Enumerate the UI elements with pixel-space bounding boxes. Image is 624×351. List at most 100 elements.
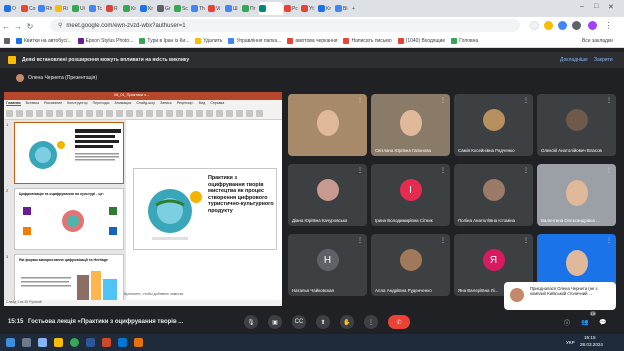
browser-tab[interactable]: R [106, 2, 122, 15]
thumb-slide-3[interactable]: Які форми використання цифровізації та H… [14, 254, 124, 300]
ppt-tool-icon[interactable] [186, 109, 193, 117]
participant-tile[interactable]: ⋮ Олексій Анатолійович Власов [537, 94, 616, 156]
browser-tab[interactable]: Kr [140, 2, 156, 15]
present-button[interactable]: ⬆ [316, 315, 330, 329]
bookmark-item[interactable]: амотова черкання [287, 38, 337, 44]
browser-tab[interactable] [259, 2, 283, 15]
ppt-tool-icon[interactable] [226, 109, 233, 117]
ppt-tool-icon[interactable] [96, 109, 103, 117]
browser-tab[interactable]: Rh [38, 2, 54, 15]
menu-kebab-icon[interactable]: ⋮ [604, 21, 613, 30]
tile-options-icon[interactable]: ⋮ [523, 167, 529, 174]
browser-tab[interactable]: Sc [174, 2, 190, 15]
participant-tile[interactable]: Н ⋮ Наталья Чайковская [288, 234, 367, 296]
more-options-button[interactable]: ⋮ [364, 315, 378, 329]
windows-start-icon[interactable] [6, 338, 15, 347]
browser-tab[interactable]: Пr [242, 2, 258, 15]
browser-tab[interactable]: Co [21, 2, 37, 15]
tile-options-icon[interactable]: ⋮ [440, 97, 446, 104]
chrome-icon[interactable] [70, 338, 79, 347]
tile-options-icon[interactable]: ⋮ [440, 237, 446, 244]
ppt-menu-tab[interactable]: Запись [160, 101, 172, 106]
browser-tab[interactable]: Vi [208, 2, 224, 15]
browser-tab[interactable]: Th [191, 2, 207, 15]
ppt-tool-icon[interactable] [106, 109, 113, 117]
ppt-tool-icon[interactable] [26, 109, 33, 117]
thumb-slide-2[interactable]: Цифровізація та оцифрування по культурі … [14, 188, 124, 250]
browser-tab[interactable]: Kr [123, 2, 139, 15]
camera-button[interactable]: ▣ [268, 315, 282, 329]
browser-tab[interactable]: Yt [301, 2, 317, 15]
mic-button[interactable]: 🎙 [244, 315, 258, 329]
bookmark-item[interactable]: Квитки на автобус/... [16, 38, 72, 44]
participant-tile[interactable]: І ⋮ Ірина Володимирівна Сітник [371, 164, 450, 226]
reload-icon[interactable]: ↻ [24, 22, 36, 31]
participant-tile[interactable]: ⋮ Алла Андріївна Руденченко [371, 234, 450, 296]
extensions-icon[interactable] [558, 21, 567, 30]
browser-tab[interactable]: Gr [157, 2, 173, 15]
tile-options-icon[interactable]: ⋮ [523, 237, 529, 244]
ppt-tool-icon[interactable] [6, 109, 13, 117]
main-slide[interactable]: Практики з оцифрування творів мистецтва … [133, 168, 277, 250]
ppt-menu-tab[interactable]: Рисование [44, 101, 62, 106]
browser-tab[interactable]: Ш [225, 2, 241, 15]
participant-tile[interactable]: ⋮ Діана Юріївна Качуровська [288, 164, 367, 226]
tile-options-icon[interactable]: ⋮ [357, 167, 363, 174]
camera-in-use-icon[interactable] [530, 21, 539, 30]
browser-tab[interactable]: Pc [284, 2, 300, 15]
people-button[interactable]: 👥 19 [578, 311, 596, 329]
bookmark-item[interactable]: Тури в Іран із Ки... [139, 38, 189, 44]
browser-tab[interactable]: O [4, 2, 20, 15]
apps-grid-icon[interactable] [4, 38, 10, 44]
ppt-tool-icon[interactable] [176, 109, 183, 117]
info-button[interactable]: ⓘ [560, 315, 574, 329]
tile-options-icon[interactable]: ⋮ [440, 167, 446, 174]
ppt-tool-icon[interactable] [136, 109, 143, 117]
browser-tab[interactable]: Tc [89, 2, 105, 15]
ppt-menu-tab[interactable]: Вид [199, 101, 206, 106]
close-window-icon[interactable]: ✕ [608, 3, 614, 11]
new-tab-icon[interactable]: + [352, 2, 368, 15]
app-icon[interactable] [134, 338, 143, 347]
bookmark-item[interactable]: Управління папка... [228, 38, 281, 44]
forward-icon[interactable]: → [12, 22, 24, 31]
ppt-tool-icon[interactable] [216, 109, 223, 117]
participant-tile[interactable]: ⋮ Валентина Олександрівна ... [537, 164, 616, 226]
minimize-icon[interactable]: – [580, 3, 584, 10]
ppt-tool-icon[interactable] [166, 109, 173, 117]
ppt-tool-icon[interactable] [116, 109, 123, 117]
ppt-menu-tab[interactable]: Рецензир. [177, 101, 194, 106]
ppt-tool-icon[interactable] [236, 109, 243, 117]
ppt-tool-icon[interactable] [56, 109, 63, 117]
ppt-tool-icon[interactable] [156, 109, 163, 117]
url-field[interactable]: ⚲ meet.google.com/ewn-zvzd-wbx?authuser=… [50, 19, 520, 32]
bookmark-item[interactable]: Epson Stylus Photo... [77, 38, 133, 44]
tile-options-icon[interactable]: ⋮ [606, 237, 612, 244]
banner-details-link[interactable]: Докладніше [560, 57, 588, 63]
ppt-tool-icon[interactable] [206, 109, 213, 117]
ppt-tool-icon[interactable] [36, 109, 43, 117]
ppt-menu-tab[interactable]: Переходы [93, 101, 110, 106]
ppt-tool-icon[interactable] [256, 109, 263, 117]
back-icon[interactable]: ← [0, 22, 12, 31]
ppt-tool-icon[interactable] [246, 109, 253, 117]
browser-tab[interactable]: Kr [318, 2, 334, 15]
file-explorer-icon[interactable] [54, 338, 63, 347]
tile-options-icon[interactable]: ⋮ [357, 237, 363, 244]
bookmark-item[interactable]: (1040) Входящие [397, 38, 445, 44]
ppt-menu-tab[interactable]: Вставка [26, 101, 39, 106]
browser-tab[interactable]: Ri [55, 2, 71, 15]
tile-options-icon[interactable]: ⋮ [606, 97, 612, 104]
maximize-icon[interactable]: □ [594, 3, 598, 10]
ppt-tool-icon[interactable] [66, 109, 73, 117]
powerpoint-icon[interactable] [102, 338, 111, 347]
search-icon[interactable] [22, 338, 31, 347]
ppt-tool-icon[interactable] [16, 109, 23, 117]
ppt-tool-icon[interactable] [126, 109, 133, 117]
edge-icon[interactable] [118, 338, 127, 347]
ppt-menu-tab[interactable]: Справка [210, 101, 224, 106]
slide-notes[interactable]: Щелкните, чтобы добавить заметки [124, 292, 274, 300]
leave-call-button[interactable]: ✆ [388, 315, 410, 329]
word-icon[interactable] [86, 338, 95, 347]
ppt-tool-icon[interactable] [86, 109, 93, 117]
